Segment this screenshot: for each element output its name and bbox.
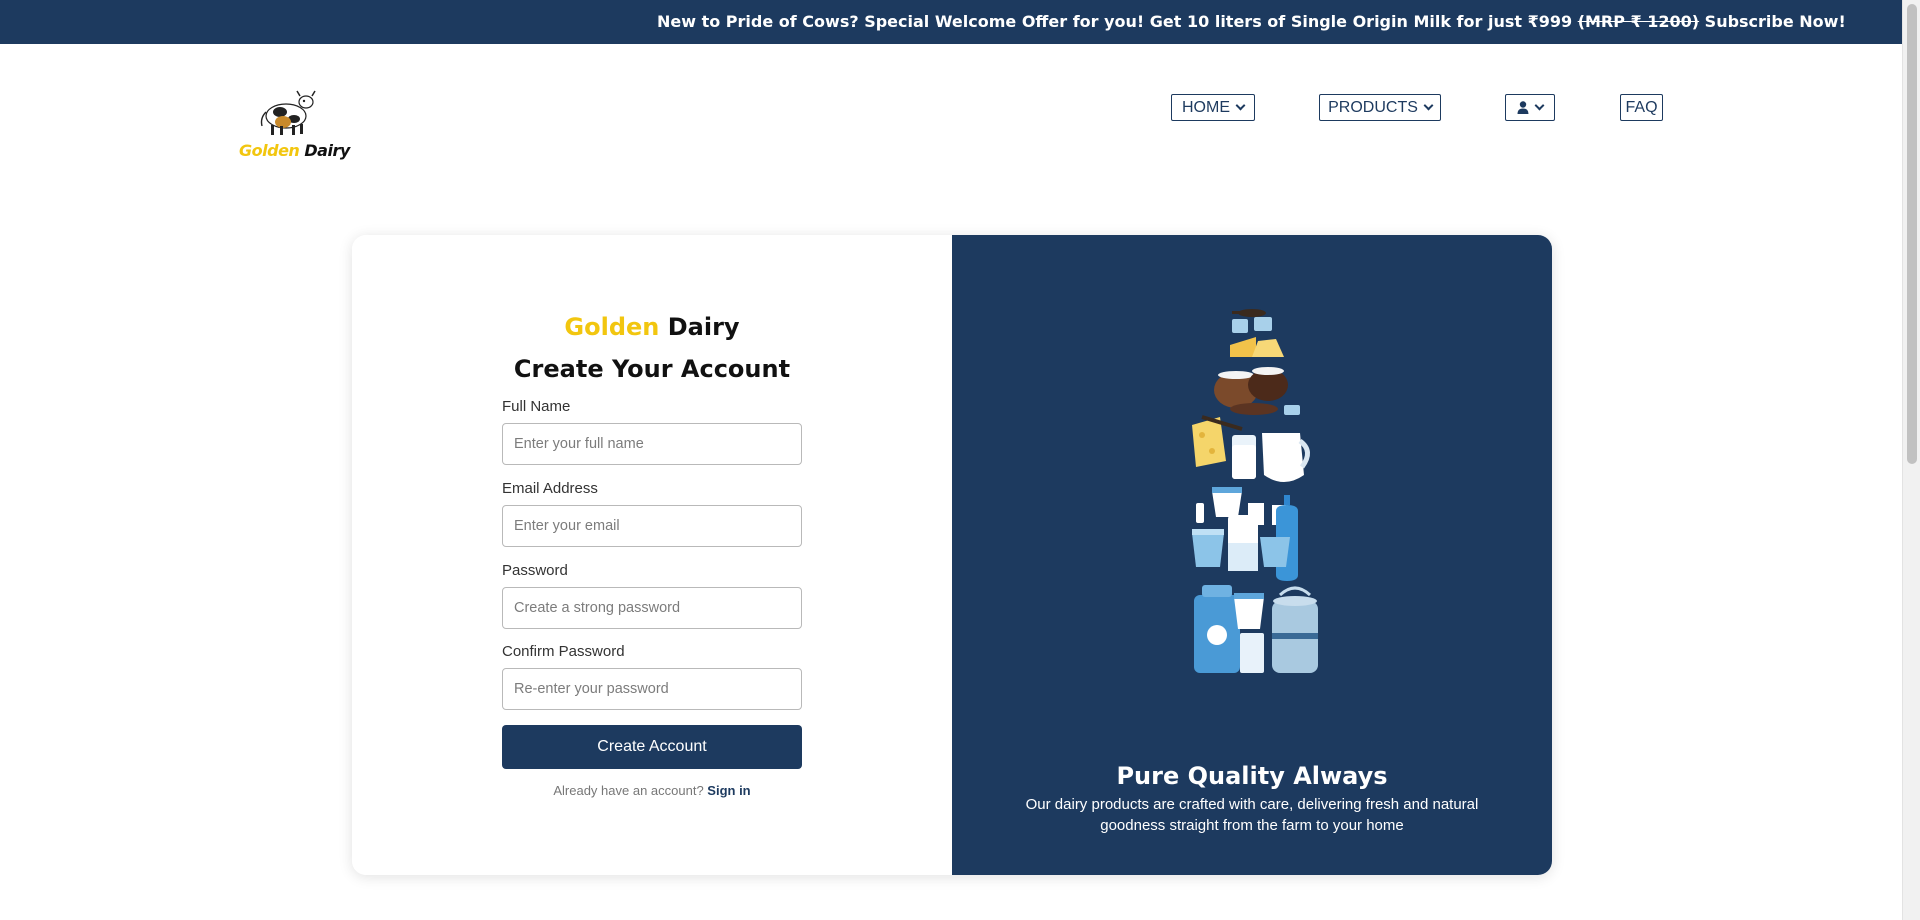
signup-card: Golden Dairy Create Your Account Full Na… [352,235,1552,875]
confirm-password-input[interactable] [502,668,802,710]
logo-brand-dairy: Dairy [299,141,350,160]
full-name-input[interactable] [502,423,802,465]
announcement-mrp-strike: (MRP ₹ 1200) [1577,12,1700,31]
chevron-down-icon [1534,100,1545,111]
user-icon [1517,101,1529,114]
promo-title: Pure Quality Always [1116,762,1388,790]
chevron-down-icon [1235,100,1246,111]
form-brand-heading: Golden Dairy [352,313,952,341]
form-brand-golden: Golden [564,313,660,341]
announcement-text-main: New to Pride of Cows? Special Welcome Of… [657,12,1578,31]
password-label: Password [502,562,568,579]
nav-faq-button[interactable]: FAQ [1620,94,1663,121]
full-name-label: Full Name [502,398,571,415]
confirm-password-label: Confirm Password [502,643,625,660]
logo-brand-dairy-word: Dairy [304,141,350,160]
logo-brand-golden: Golden [239,141,300,160]
password-input[interactable] [502,587,802,629]
page-scrollbar[interactable] [1902,0,1920,920]
promo-panel: Pure Quality Always Our dairy products a… [952,235,1552,875]
signin-link[interactable]: Sign in [707,783,750,798]
dairy-products-illustration [1192,309,1318,673]
cow-logo-icon [260,90,316,135]
scrollbar-thumb[interactable] [1907,4,1917,464]
logo-brand-text: Golden Dairy [239,141,350,160]
nav-faq-label: FAQ [1625,98,1658,116]
nav-home-button[interactable]: HOME [1171,94,1255,121]
signin-prompt-line: Already have an account? Sign in [352,783,952,798]
nav-products-button[interactable]: PRODUCTS [1319,94,1441,121]
form-brand-dairy: Dairy [667,313,740,341]
announcement-text[interactable]: New to Pride of Cows? Special Welcome Of… [657,12,1846,31]
nav-products-label: PRODUCTS [1328,98,1418,116]
announcement-bar: New to Pride of Cows? Special Welcome Of… [0,0,1902,44]
create-account-button[interactable]: Create Account [502,725,802,769]
email-input[interactable] [502,505,802,547]
promo-description: Our dairy products are crafted with care… [1025,796,1479,834]
nav-user-menu-button[interactable] [1505,94,1555,121]
announcement-subscribe: Subscribe Now! [1699,12,1846,31]
form-title: Create Your Account [513,355,791,383]
signup-form-panel: Golden Dairy Create Your Account Full Na… [352,235,952,875]
nav-home-label: HOME [1182,98,1230,116]
chevron-down-icon [1423,100,1434,111]
site-logo[interactable]: Golden Dairy [238,86,358,166]
email-label: Email Address [502,480,598,497]
signin-prompt-text: Already have an account? [553,783,704,798]
